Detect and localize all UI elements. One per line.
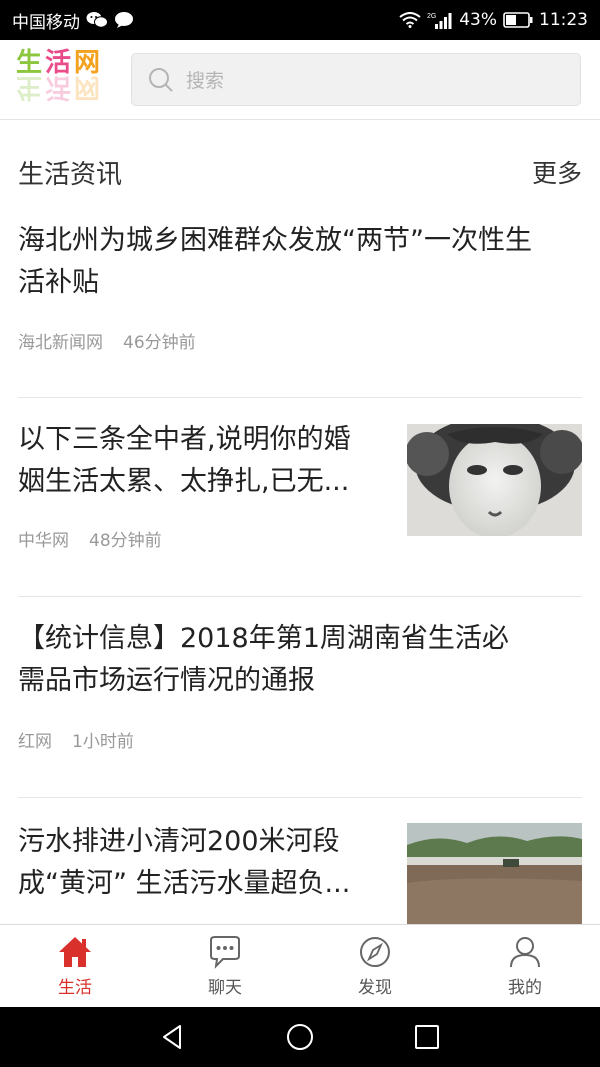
back-triangle-icon bbox=[158, 1022, 188, 1052]
search-icon bbox=[148, 67, 174, 93]
more-link[interactable]: 更多 bbox=[532, 154, 582, 190]
home-button[interactable] bbox=[270, 1007, 330, 1067]
tab-chat[interactable]: 聊天 bbox=[150, 925, 300, 1007]
news-source: 红网 bbox=[18, 732, 52, 752]
clock: 11:23 bbox=[539, 10, 588, 30]
news-meta: 海北新闻网 46分钟前 bbox=[18, 328, 196, 353]
recents-square-icon bbox=[412, 1022, 442, 1052]
app-header: 生 活 网 生 活 网 搜索 bbox=[0, 40, 600, 120]
section-header: 生活资讯 更多 bbox=[0, 148, 600, 196]
news-item[interactable]: 【统计信息】2018年第1周湖南省生活必 需品市场运行情况的通报 红网 1小时前 bbox=[0, 597, 600, 797]
search-input[interactable]: 搜索 bbox=[131, 53, 581, 106]
tab-label: 生活 bbox=[58, 977, 92, 998]
message-icon bbox=[114, 11, 134, 29]
wechat-icon bbox=[86, 11, 108, 29]
tab-label: 发现 bbox=[358, 977, 392, 998]
news-time: 1小时前 bbox=[72, 732, 134, 752]
status-bar: 中国移动 2G 43% 11:23 bbox=[0, 0, 600, 40]
battery-icon bbox=[503, 12, 533, 28]
signal-icon: 2G bbox=[427, 11, 453, 29]
news-thumbnail bbox=[407, 823, 582, 924]
news-meta: 红网 1小时前 bbox=[18, 727, 134, 752]
tab-label: 我的 bbox=[508, 977, 542, 998]
battery-percent: 43% bbox=[459, 10, 497, 30]
news-source: 中华网 bbox=[18, 531, 69, 551]
back-button[interactable] bbox=[143, 1007, 203, 1067]
search-placeholder: 搜索 bbox=[186, 70, 225, 92]
recents-button[interactable] bbox=[397, 1007, 457, 1067]
news-source: 海北新闻网 bbox=[18, 333, 103, 353]
carrier-label: 中国移动 bbox=[12, 12, 80, 33]
logo-reflection: 生 活 网 bbox=[16, 71, 101, 102]
network-type-label: 2G bbox=[427, 13, 436, 20]
news-time: 46分钟前 bbox=[123, 333, 196, 353]
tab-label: 聊天 bbox=[208, 977, 242, 998]
news-title: 【统计信息】2018年第1周湖南省生活必 需品市场运行情况的通报 bbox=[18, 623, 509, 696]
tab-discover[interactable]: 发现 bbox=[300, 925, 450, 1007]
home-icon bbox=[57, 935, 93, 969]
bottom-tab-bar: 生活 聊天 发现 我的 bbox=[0, 924, 600, 1007]
tab-mine[interactable]: 我的 bbox=[450, 925, 600, 1007]
news-time: 48分钟前 bbox=[89, 531, 162, 551]
news-meta: 中华网 48分钟前 bbox=[18, 526, 162, 551]
compass-icon bbox=[357, 935, 393, 969]
news-item[interactable]: 海北州为城乡困难群众发放“两节”一次性生 活补贴 海北新闻网 46分钟前 bbox=[0, 214, 600, 398]
system-nav-bar bbox=[0, 1007, 600, 1067]
home-circle-icon bbox=[285, 1022, 315, 1052]
news-title: 海北州为城乡困难群众发放“两节”一次性生 活补贴 bbox=[18, 225, 532, 298]
section-title: 生活资讯 bbox=[18, 159, 123, 190]
news-item[interactable]: 污水排进小清河200米河段 成“黄河” 生活污水量超负... bbox=[0, 798, 600, 924]
news-title: 以下三条全中者,说明你的婚 姻生活太累、太挣扎,已无... bbox=[18, 424, 351, 497]
news-item[interactable]: 以下三条全中者,说明你的婚 姻生活太累、太挣扎,已无... 中华网 48分钟前 bbox=[0, 398, 600, 596]
wifi-icon bbox=[399, 12, 421, 28]
user-icon bbox=[507, 935, 543, 969]
tab-life[interactable]: 生活 bbox=[0, 925, 150, 1007]
news-title: 污水排进小清河200米河段 成“黄河” 生活污水量超负... bbox=[18, 826, 351, 899]
chat-icon bbox=[207, 935, 243, 969]
news-thumbnail bbox=[407, 424, 582, 536]
app-logo[interactable]: 生 活 网 生 活 网 bbox=[16, 49, 112, 111]
